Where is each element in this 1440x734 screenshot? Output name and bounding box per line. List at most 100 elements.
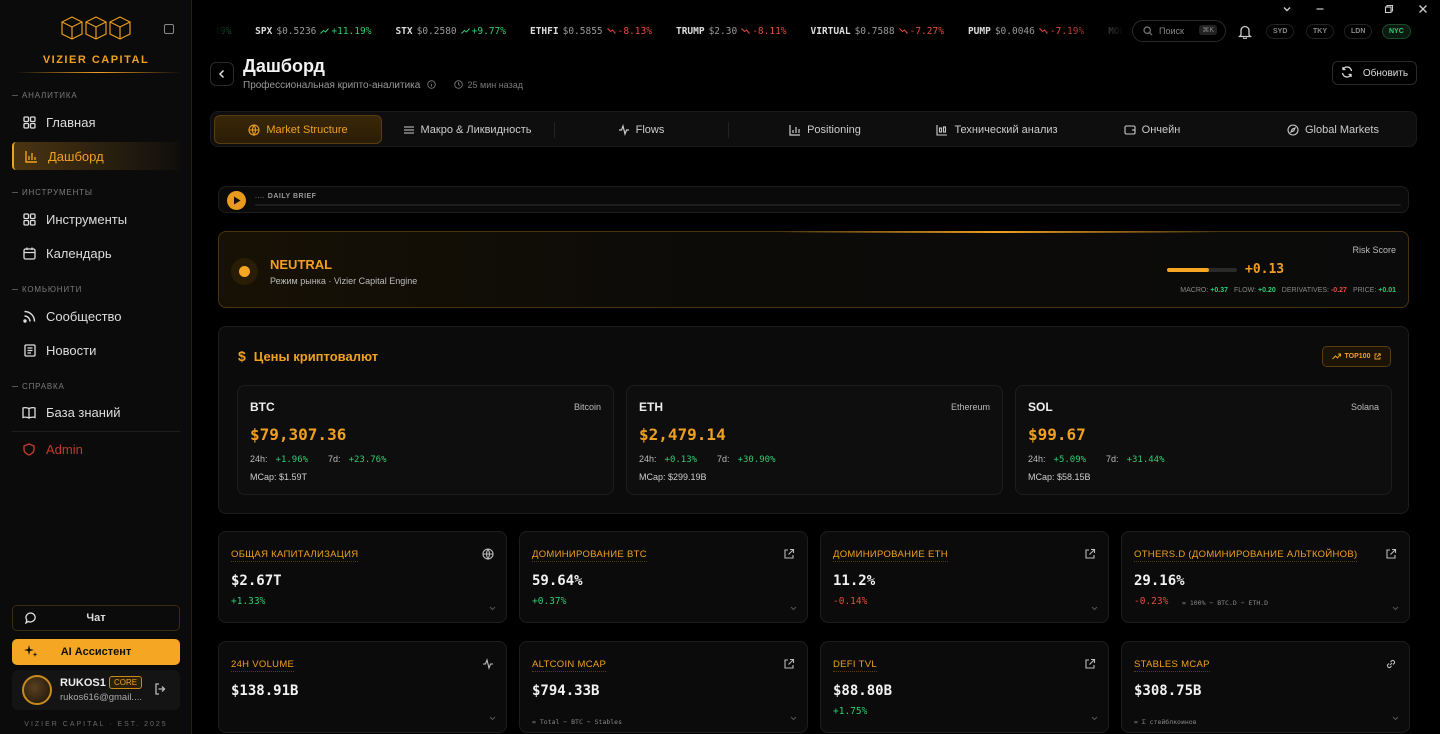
daily-brief-progress[interactable] [255,204,1401,206]
external-link-icon[interactable] [1084,548,1096,563]
coin-card-btc[interactable]: BTC Bitcoin $79,307.36 24h: +1.96% 7d: +23.… [237,385,614,495]
chevron-down-icon[interactable] [790,714,797,723]
globe-icon[interactable] [482,548,494,563]
metric-card[interactable]: DEFI TVL $88.80B +1.75% [820,641,1109,733]
coin-card-sol[interactable]: SOL Solana $99.67 24h: +5.09% 7d: +31.44% M… [1015,385,1392,495]
chevron-down-icon[interactable] [1392,714,1399,723]
daily-brief-prefix: .... [255,193,265,200]
tab-label: Ончейн [1141,123,1181,136]
metric-label[interactable]: DEFI TVL [833,659,877,672]
external-link-icon[interactable] [783,658,795,673]
close-icon[interactable] [1418,4,1428,17]
sidebar-item-admin[interactable]: Admin [12,435,180,463]
metric-card[interactable]: STABLES MCAP $308.75B = Σ стейблкоинов [1121,641,1410,733]
minimize-icon[interactable] [1315,4,1325,17]
tab-global-markets[interactable]: Global Markets [1251,115,1415,144]
maximize-icon[interactable] [1384,4,1394,17]
metric-formula: = 100% − BTC.D − ETH.D [1182,599,1269,607]
page-title: Дашборд [243,56,325,76]
coin-mcap: MCap: $58.15B [1028,472,1091,482]
chevron-down-icon[interactable] [1091,714,1098,723]
tz-tky-button[interactable]: TKY [1306,24,1334,39]
tab-positioning[interactable]: Positioning [735,115,915,144]
ticker-item[interactable]: VIRTUAL $0.7588 -7.27% [811,26,944,37]
ticker-change: -7.27% [909,25,944,37]
tab-label: Market Structure [266,123,348,136]
metric-label[interactable]: ДОМИНИРОВАНИЕ BTC [532,549,647,562]
user-tier-badge: CORE [109,676,143,689]
tab-market-structure[interactable]: Market Structure [214,115,382,144]
external-link-icon[interactable] [783,548,795,563]
chevron-down-icon[interactable] [790,604,797,613]
coin-name: Bitcoin [573,402,601,412]
sidebar-collapse-icon[interactable] [164,24,174,34]
info-icon[interactable] [427,80,436,89]
metric-card[interactable]: OTHERS.D (ДОМИНИРОВАНИЕ АЛЬТКОЙНОВ) 29.16… [1121,531,1410,623]
chevron-down-icon[interactable] [489,604,496,613]
sidebar-item-tools[interactable]: Инструменты [12,205,180,233]
tab-macro-liquidity[interactable]: Макро & Ликвидность [387,115,547,144]
tz-syd-button[interactable]: SYD [1266,24,1295,39]
ticker-price: $0.7588 [854,25,895,37]
sidebar-item-dashboard[interactable]: Дашборд [12,142,180,170]
sidebar-item-home[interactable]: Главная [12,108,180,136]
tz-ldn-button[interactable]: LDN [1344,24,1373,39]
refresh-button[interactable]: Обновить [1332,61,1417,85]
coin-card-eth[interactable]: ETH Ethereum $2,479.14 24h: +0.13% 7d: +30.… [626,385,1003,495]
change-24h-label: 24h: [250,454,268,464]
metric-label[interactable]: ALTCOIN MCAP [532,659,607,672]
back-button[interactable] [210,62,234,86]
metric-card[interactable]: ДОМИНИРОВАНИЕ BTC 59.64% +0.37% [519,531,808,623]
ticker-symbol: PUMP [967,25,991,37]
chevron-down-icon[interactable] [1392,604,1399,613]
metric-label[interactable]: OTHERS.D (ДОМИНИРОВАНИЕ АЛЬТКОЙНОВ) [1134,549,1358,562]
metric-label[interactable]: ОБЩАЯ КАПИТАЛИЗАЦИЯ [231,549,359,562]
coin-mcap: MCap: $1.59T [250,472,308,482]
metric-card[interactable]: ALTCOIN MCAP $794.33B = Total − BTC − Stab… [519,641,808,733]
change-7d-label: 7d: [328,454,341,464]
ticker-item[interactable]: TRUMP $2.30 -8.11% [676,26,787,37]
activity-icon[interactable] [482,658,494,673]
sidebar-item-community[interactable]: Сообщество [12,302,180,330]
risk-score-breakdown: MACRO: +0.37 FLOW: +0.20 DERIVATIVES: -0.27 PR… [1180,287,1396,294]
tab-technical-analysis[interactable]: Технический анализ [915,115,1079,144]
ticker-item[interactable]: STX $0.2580 +9.77% [395,26,506,37]
metric-card[interactable]: 24H VOLUME $138.91B [218,641,507,733]
sidebar-item-news[interactable]: Новости [12,336,180,364]
metric-label[interactable]: STABLES MCAP [1134,659,1210,672]
chevron-down-icon[interactable] [1282,4,1292,17]
chevron-down-icon[interactable] [489,714,496,723]
chat-button-label: Чат [86,612,106,624]
brand-logo[interactable]: VIZIER CAPITAL [0,10,192,80]
top100-button[interactable]: TOP100 [1322,346,1391,367]
bar-chart-icon [24,149,38,163]
ticker-item[interactable]: ETHFI $0.5855 -8.13% [530,26,652,37]
bell-icon[interactable] [1237,24,1253,42]
chat-button[interactable]: Чат [12,605,180,631]
tz-nyc-button[interactable]: NYC [1382,24,1411,39]
play-button[interactable] [227,191,246,210]
logout-icon[interactable] [154,683,166,698]
sidebar-item-knowledge-base[interactable]: База знаний [12,398,180,426]
metric-label[interactable]: ДОМИНИРОВАНИЕ ETH [833,549,948,562]
avatar[interactable] [22,675,52,705]
link-icon[interactable] [1385,658,1397,673]
sidebar-item-label: Инструменты [46,211,128,227]
search-input[interactable]: Поиск ⌘K [1132,20,1226,42]
metric-card[interactable]: ОБЩАЯ КАПИТАЛИЗАЦИЯ $2.67T +1.33% [218,531,507,623]
sidebar-item-calendar[interactable]: Календарь [12,239,180,267]
ai-assistant-button[interactable]: AI Ассистент [12,639,180,665]
tab-flows[interactable]: Flows [561,115,721,144]
ticker-item[interactable]: SPX $0.5236 +11.19% [255,26,371,37]
external-link-icon[interactable] [1084,658,1096,673]
chevron-down-icon[interactable] [1091,604,1098,613]
external-link-icon[interactable] [1385,548,1397,563]
metric-card[interactable]: ДОМИНИРОВАНИЕ ETH 11.2% -0.14% [820,531,1109,623]
book-icon [22,405,36,419]
wallet-icon [1124,124,1136,135]
metric-label[interactable]: 24H VOLUME [231,659,295,672]
newspaper-icon [22,343,36,357]
tab-onchain[interactable]: Ончейн [1079,115,1225,144]
user-profile[interactable]: RUKOS1 CORE rukos616@gmail.... [12,670,180,710]
ticker-change: +9.77% [471,25,506,37]
